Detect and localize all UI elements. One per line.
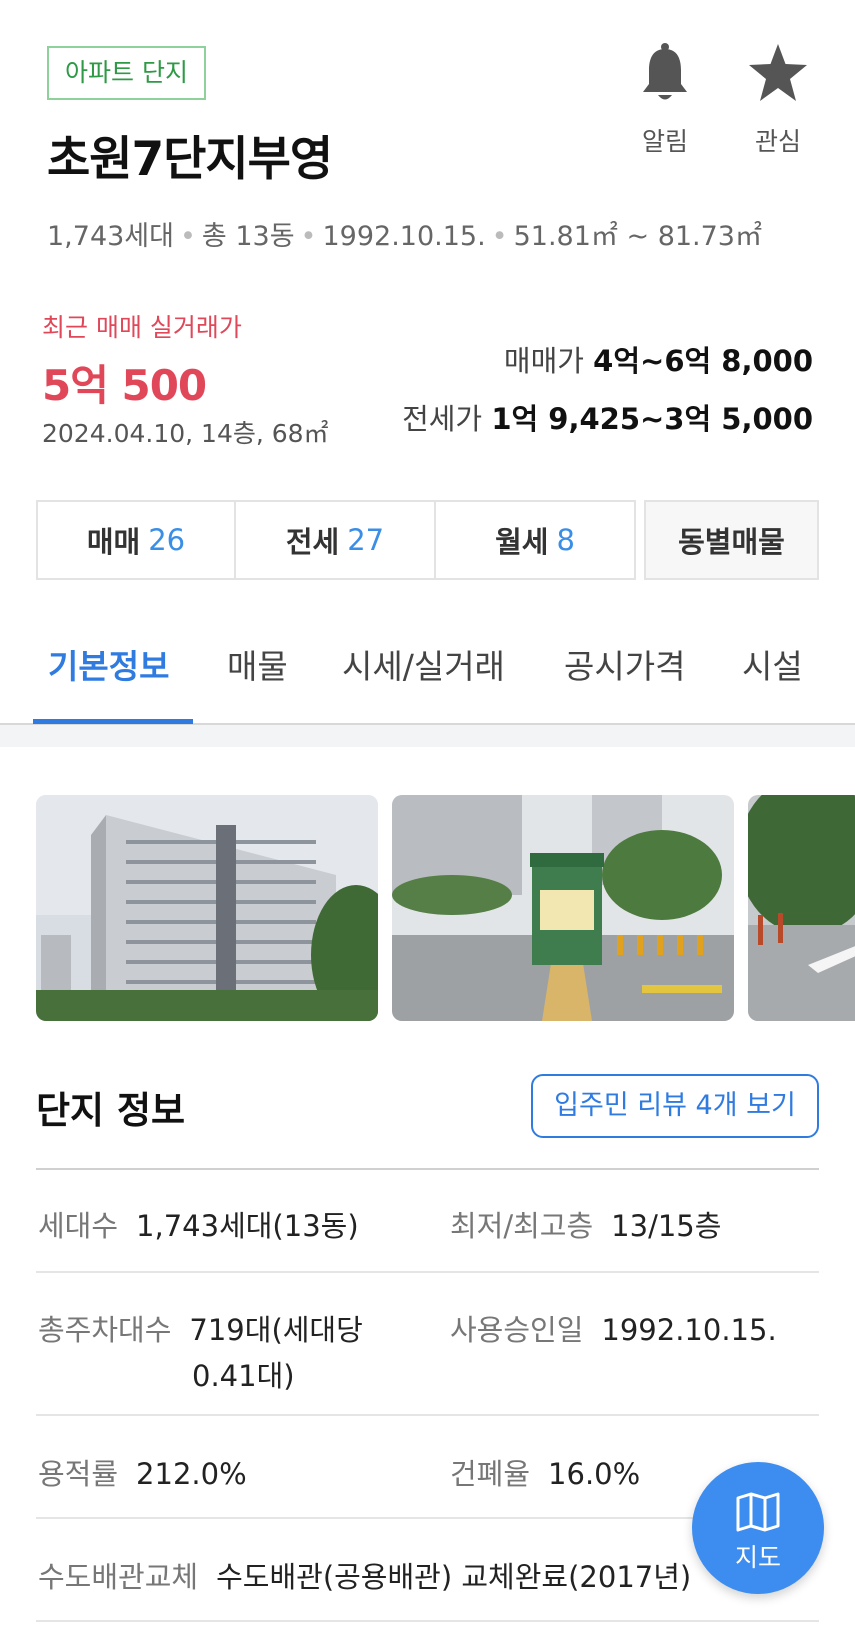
sale-listings-button[interactable]: 매매 26 [36, 500, 236, 580]
info-household: 세대수 1,743세대(13동) [38, 1203, 359, 1245]
monthly-rent-listings-count: 8 [556, 523, 575, 557]
building-count: 총 13동 [201, 221, 295, 252]
info-value: 212.0% [136, 1457, 247, 1491]
entrance-gate-photo [392, 795, 734, 1021]
info-key: 세대수 [38, 1209, 119, 1243]
tab-basic-info[interactable]: 기본정보 [48, 640, 169, 688]
sale-price-label: 매매가 [503, 344, 584, 378]
info-key: 건폐율 [450, 1457, 531, 1491]
divider [36, 1620, 819, 1622]
listing-count-bar: 매매 26 전세 27 월세 8 동별매물 [36, 500, 819, 580]
info-value-continued: 0.41대) [192, 1359, 295, 1393]
sale-price-range: 매매가 4억~6억 8,000 [504, 338, 813, 380]
sale-listings-count: 26 [148, 523, 186, 557]
jeonse-listings-label: 전세 [285, 525, 340, 559]
jeonse-price-range: 전세가 1억 9,425~3억 5,000 [402, 396, 813, 438]
jeonse-price-label: 전세가 [402, 402, 483, 436]
listings-by-building-button[interactable]: 동별매물 [644, 500, 819, 580]
active-tab-indicator [33, 719, 193, 724]
resident-reviews-button[interactable]: 입주민 리뷰 4개 보기 [531, 1074, 819, 1138]
monthly-rent-listings-button[interactable]: 월세 8 [436, 500, 636, 580]
recent-trade-detail: 2024.04.10, 14층, 68㎡ [42, 419, 329, 448]
info-approval-date: 사용승인일 1992.10.15. [450, 1307, 777, 1349]
separator-dot: • [491, 221, 508, 252]
complex-info-title: 단지 정보 [36, 1089, 186, 1132]
info-key: 사용승인일 [450, 1313, 584, 1347]
info-water-pipe: 수도배관교체 수도배관(공용배관) 교체완료(2017년) [38, 1554, 691, 1596]
street-photo [748, 795, 855, 1021]
star-icon [749, 44, 807, 101]
info-value: 13/15층 [611, 1209, 722, 1243]
tab-official-price[interactable]: 공시가격 [564, 640, 685, 688]
jeonse-listings-button[interactable]: 전세 27 [236, 500, 436, 580]
sale-price-value: 4억~6억 8,000 [593, 344, 813, 378]
jeonse-listings-count: 27 [347, 523, 385, 557]
divider [36, 1414, 819, 1416]
info-key: 최저/최고층 [450, 1209, 594, 1243]
info-key: 총주차대수 [38, 1313, 172, 1347]
alert-label: 알림 [641, 127, 688, 156]
info-floor-area-ratio: 용적률 212.0% [38, 1451, 247, 1493]
tab-price-trades[interactable]: 시세/실거래 [342, 640, 505, 688]
favorite-button[interactable]: 관심 [733, 42, 823, 158]
info-floors: 최저/최고층 13/15층 [450, 1203, 721, 1245]
recent-trade-price: 5억 500 [42, 361, 207, 410]
info-key: 용적률 [38, 1457, 119, 1491]
map-button[interactable]: 지도 [692, 1462, 824, 1594]
approval-date: 1992.10.15. [322, 221, 486, 252]
bell-icon [643, 43, 687, 100]
info-value: 1992.10.15. [601, 1313, 777, 1347]
tab-facilities[interactable]: 시설 [742, 640, 803, 688]
separator-dot: • [179, 221, 196, 252]
monthly-rent-listings-label: 월세 [495, 525, 549, 559]
map-button-label: 지도 [734, 1543, 781, 1572]
info-value: 1,743세대(13동) [136, 1209, 359, 1243]
complex-photo[interactable] [36, 795, 378, 1021]
info-building-coverage: 건폐율 16.0% [450, 1451, 640, 1493]
info-value: 수도배관(공용배관) 교체완료(2017년) [216, 1560, 692, 1594]
alert-button[interactable]: 알림 [620, 42, 710, 158]
info-parking: 총주차대수 719대(세대당 [38, 1307, 363, 1349]
divider [36, 1168, 819, 1170]
property-type-badge: 아파트 단지 [47, 46, 206, 100]
info-value: 719대(세대당 [189, 1313, 363, 1347]
jeonse-price-value: 1억 9,425~3억 5,000 [491, 402, 813, 436]
household-count: 1,743세대 [47, 221, 174, 252]
complex-photo[interactable] [392, 795, 734, 1021]
apartment-building-photo [36, 795, 378, 1021]
page-title: 초원7단지부영 [47, 132, 333, 187]
separator-dot: • [300, 221, 317, 252]
recent-trade-label: 최근 매매 실거래가 [42, 313, 242, 342]
info-key: 수도배관교체 [38, 1560, 199, 1594]
map-icon [736, 1492, 780, 1532]
info-value: 16.0% [548, 1457, 641, 1491]
section-spacer [0, 725, 855, 747]
complex-summary: 1,743세대 • 총 13동 • 1992.10.15. • 51.81㎡ ~ 81.73… [47, 214, 762, 253]
section-tabs: 기본정보 매물 시세/실거래 공시가격 시설 [0, 615, 855, 725]
favorite-label: 관심 [754, 127, 801, 156]
divider [36, 1271, 819, 1273]
complex-photo[interactable] [748, 795, 855, 1021]
area-range: 51.81㎡ ~ 81.73㎡ [513, 221, 762, 252]
sale-listings-label: 매매 [86, 525, 141, 559]
tab-listings[interactable]: 매물 [227, 640, 288, 688]
